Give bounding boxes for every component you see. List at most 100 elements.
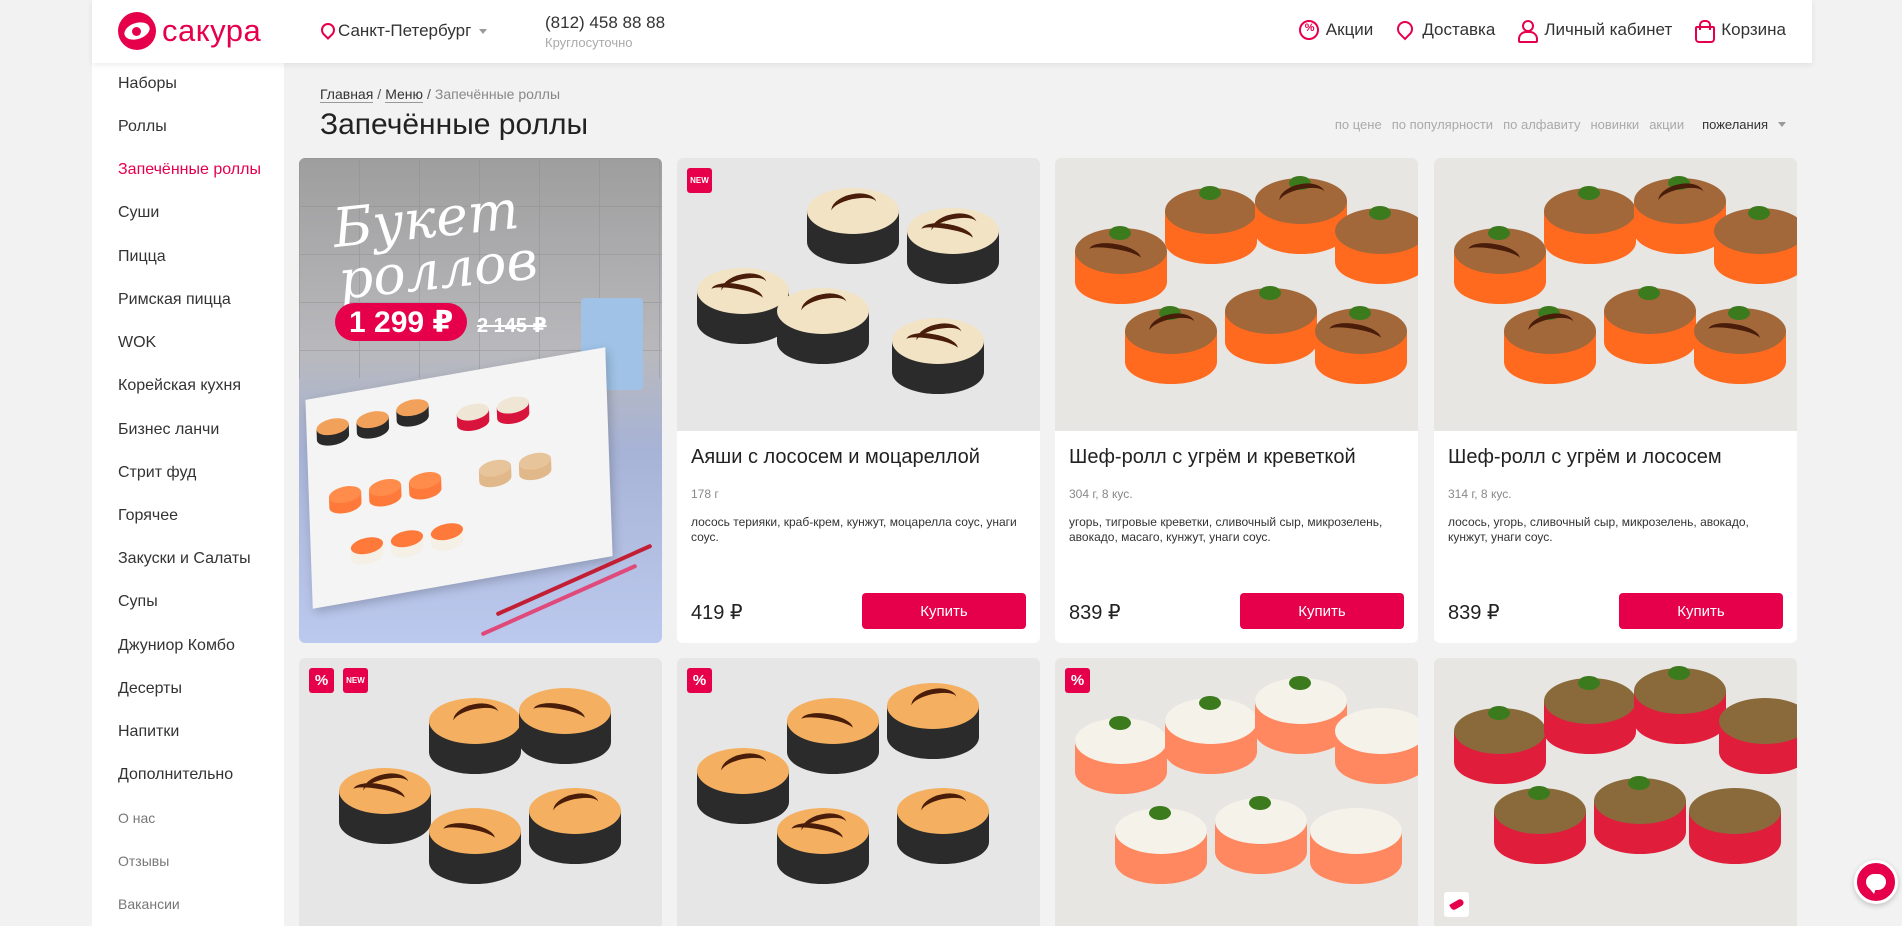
- discount-badge: %: [1065, 668, 1090, 693]
- product-weight: 304 г, 8 кус.: [1069, 487, 1133, 501]
- nav-account-label: Личный кабинет: [1544, 20, 1673, 39]
- sidebar-link-about[interactable]: О нас: [118, 810, 155, 826]
- sidebar-item-korean[interactable]: Корейская кухня: [118, 377, 241, 395]
- sidebar-item-snacks[interactable]: Закуски и Салаты: [118, 550, 251, 568]
- product-card[interactable]: Шеф-ролл с угрём и лососем 314 г, 8 кус.…: [1434, 158, 1797, 643]
- sidebar-item-soups[interactable]: Супы: [118, 593, 158, 611]
- sort-by-price[interactable]: по цене: [1335, 117, 1382, 132]
- product-image[interactable]: NEW: [677, 158, 1040, 431]
- promo-banner-image: Букет роллов 1 299 ₽ 2 145 ₽: [299, 158, 662, 643]
- sort-by-popularity[interactable]: по популярности: [1392, 117, 1493, 132]
- product-price: 419 ₽: [691, 602, 743, 624]
- product-description: угорь, тигровые креветки, сливочный сыр,…: [1069, 515, 1383, 544]
- site-header: сакура Санкт-Петербург (812) 458 88 88 К…: [92, 0, 1812, 63]
- new-badge: NEW: [343, 668, 368, 693]
- delivery-icon: [1395, 20, 1415, 40]
- nav-account[interactable]: Личный кабинет: [1517, 20, 1673, 43]
- product-image[interactable]: %: [677, 658, 1040, 926]
- page-title: Запечённые роллы: [320, 108, 589, 141]
- sort-bar: по цене по популярности по алфавиту нови…: [1335, 117, 1786, 132]
- phone-number[interactable]: (812) 458 88 88: [545, 13, 665, 33]
- new-badge: NEW: [687, 168, 712, 193]
- phone-block: (812) 458 88 88 Круглосуточно: [545, 13, 665, 50]
- sushi-tray-image: [305, 347, 613, 609]
- product-card[interactable]: [1434, 658, 1797, 926]
- sidebar-item-sushi[interactable]: Суши: [118, 204, 159, 222]
- nav-delivery-label: Доставка: [1422, 20, 1496, 39]
- product-weight: 178 г: [691, 487, 719, 501]
- sort-selected-label: пожелания: [1702, 117, 1768, 132]
- promo-price: 1 299 ₽: [335, 303, 468, 341]
- product-image[interactable]: [1434, 158, 1797, 431]
- sidebar-item-pizza[interactable]: Пицца: [118, 248, 166, 266]
- logo-text: сакура: [162, 13, 262, 48]
- sidebar-link-vacancies[interactable]: Вакансии: [118, 896, 180, 912]
- sort-select[interactable]: пожелания: [1702, 117, 1786, 132]
- city-label: Санкт-Петербург: [338, 21, 472, 40]
- breadcrumb-menu[interactable]: Меню: [385, 86, 424, 103]
- sidebar-item-sets[interactable]: Наборы: [118, 75, 177, 93]
- sidebar-item-wok[interactable]: WOK: [118, 334, 156, 352]
- user-icon: [1517, 20, 1539, 43]
- sort-by-promo[interactable]: акции: [1649, 117, 1684, 132]
- buy-button[interactable]: Купить: [1240, 593, 1404, 629]
- sidebar-item-baked-rolls[interactable]: Запечённые роллы: [118, 161, 261, 179]
- product-price: 839 ₽: [1069, 602, 1121, 624]
- breadcrumb: Главная / Меню / Запечённые роллы: [320, 86, 561, 103]
- product-card[interactable]: Шеф-ролл с угрём и креветкой 304 г, 8 ку…: [1055, 158, 1418, 643]
- buy-button[interactable]: Купить: [1619, 593, 1783, 629]
- phone-hours: Круглосуточно: [545, 35, 633, 50]
- buy-button[interactable]: Купить: [862, 593, 1026, 629]
- sidebar-link-reviews[interactable]: Отзывы: [118, 853, 169, 869]
- promo-icon: [1298, 20, 1319, 40]
- sidebar-item-drinks[interactable]: Напитки: [118, 723, 179, 741]
- product-title[interactable]: Шеф-ролл с угрём и лососем: [1448, 446, 1788, 469]
- sidebar-item-extra[interactable]: Дополнительно: [118, 766, 233, 784]
- discount-badge: %: [309, 668, 334, 693]
- product-card[interactable]: %: [1055, 658, 1418, 926]
- nav-cart[interactable]: Корзина: [1694, 20, 1786, 43]
- product-title[interactable]: Шеф-ролл с угрём и креветкой: [1069, 446, 1409, 469]
- sidebar-item-rolls[interactable]: Роллы: [118, 118, 167, 136]
- product-image[interactable]: [1055, 158, 1418, 431]
- chili-icon: [1448, 897, 1465, 912]
- category-sidebar: Наборы Роллы Запечённые роллы Суши Пицца…: [92, 63, 284, 926]
- sidebar-item-business-lunch[interactable]: Бизнес ланчи: [118, 421, 219, 439]
- promo-old-price: 2 145 ₽: [477, 315, 547, 337]
- sidebar-item-street-food[interactable]: Стрит фуд: [118, 464, 196, 482]
- sakura-logo-icon: [118, 12, 156, 50]
- city-selector[interactable]: Санкт-Петербург: [320, 21, 488, 41]
- nav-promotions[interactable]: Акции: [1298, 20, 1374, 40]
- product-description: лосось терияки, краб-крем, кунжут, моцар…: [691, 515, 1017, 544]
- sort-by-new[interactable]: новинки: [1590, 117, 1639, 132]
- chat-icon: [1866, 874, 1886, 894]
- discount-badge: %: [687, 668, 712, 693]
- product-card[interactable]: % NEW: [299, 658, 662, 926]
- chevron-down-icon: [479, 28, 488, 34]
- product-image[interactable]: % NEW: [299, 658, 662, 926]
- chevron-down-icon: [1778, 122, 1786, 127]
- spicy-badge: [1444, 892, 1469, 917]
- location-pin-icon: [320, 23, 332, 39]
- sidebar-item-junior-combo[interactable]: Джуниор Комбо: [118, 637, 235, 655]
- breadcrumb-home[interactable]: Главная: [320, 86, 374, 103]
- product-price: 839 ₽: [1448, 602, 1500, 624]
- product-image[interactable]: %: [1055, 658, 1418, 926]
- product-description: лосось, угорь, сливочный сыр, микрозелен…: [1448, 515, 1749, 544]
- sidebar-item-desserts[interactable]: Десерты: [118, 680, 182, 698]
- product-card[interactable]: NEW Аяши с лососем и моцареллой 178 г ло…: [677, 158, 1040, 643]
- chat-button[interactable]: [1854, 860, 1898, 904]
- promo-banner[interactable]: Букет роллов 1 299 ₽ 2 145 ₽: [299, 158, 662, 643]
- cart-icon: [1694, 20, 1716, 43]
- nav-cart-label: Корзина: [1721, 20, 1786, 39]
- logo[interactable]: сакура: [118, 12, 261, 50]
- product-title[interactable]: Аяши с лососем и моцареллой: [691, 446, 1031, 469]
- sidebar-item-hot[interactable]: Горячее: [118, 507, 178, 525]
- nav-delivery[interactable]: Доставка: [1395, 20, 1495, 40]
- nav-promotions-label: Акции: [1325, 20, 1374, 39]
- product-card[interactable]: %: [677, 658, 1040, 926]
- sort-by-alphabet[interactable]: по алфавиту: [1503, 117, 1580, 132]
- product-image[interactable]: [1434, 658, 1797, 926]
- sidebar-item-roman-pizza[interactable]: Римская пицца: [118, 291, 231, 309]
- breadcrumb-current: Запечённые роллы: [434, 86, 561, 102]
